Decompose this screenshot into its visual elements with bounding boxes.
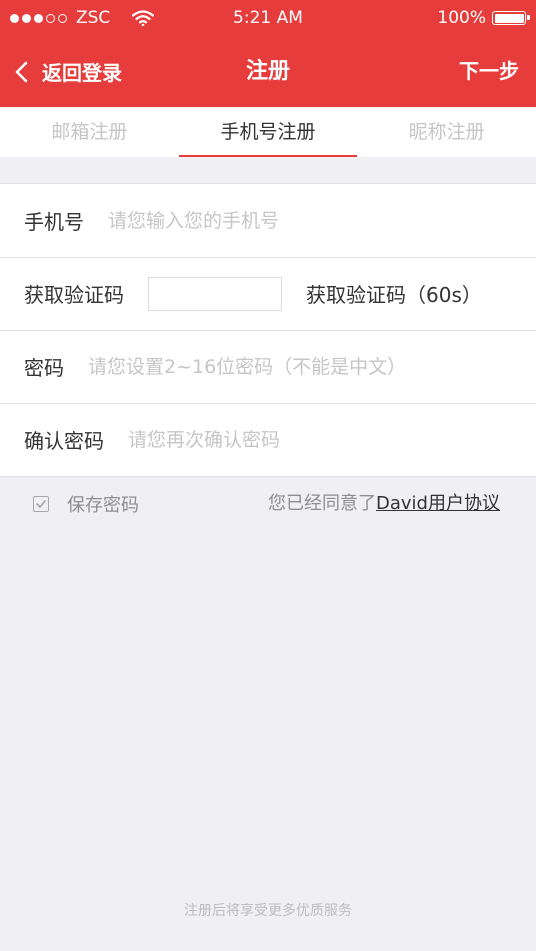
next-step-button[interactable]: 下一步 (459, 36, 519, 107)
confirm-password-label: 确认密码 (24, 429, 104, 453)
tab-nickname-register[interactable]: 昵称注册 (357, 107, 536, 157)
nav-bar: 返回登录 注册 下一步 (0, 36, 536, 107)
battery-fill (494, 13, 524, 23)
chevron-left-icon (15, 61, 28, 82)
code-input[interactable] (148, 276, 282, 311)
password-row: 密码 (0, 330, 536, 403)
back-button[interactable]: 返回登录 (14, 36, 122, 107)
code-label: 获取验证码 (24, 283, 124, 307)
battery-percent: 100% (437, 8, 486, 28)
check-icon (36, 500, 46, 508)
confirm-row: 确认密码 (0, 403, 536, 476)
phone-label: 手机号 (24, 210, 84, 234)
save-password-toggle[interactable]: 保存密码 (33, 478, 139, 530)
phone-row: 手机号 (0, 184, 536, 257)
get-code-button[interactable]: 获取验证码（60s） (306, 279, 482, 308)
password-input[interactable] (88, 355, 536, 378)
register-form: 手机号 获取验证码 获取验证码（60s） 密码 确认密码 (0, 183, 536, 477)
battery-tip (527, 15, 530, 20)
back-button-label: 返回登录 (42, 61, 122, 85)
register-tabs: 邮箱注册 手机号注册 昵称注册 (0, 107, 536, 157)
header: ZSC 5:21 AM 100% 返回登录 注册 下一步 (0, 0, 536, 107)
code-row: 获取验证码 获取验证码（60s） (0, 257, 536, 330)
confirm-password-input[interactable] (128, 428, 536, 451)
tab-phone-register[interactable]: 手机号注册 (178, 107, 358, 157)
battery-icon (492, 11, 530, 25)
save-password-checkbox[interactable] (33, 496, 49, 512)
password-label: 密码 (24, 356, 64, 380)
footer-note: 注册后将享受更多优质服务 (184, 903, 352, 919)
phone-input[interactable] (108, 209, 536, 232)
form-options: 保存密码 您已经同意了David用户协议 (0, 478, 536, 530)
agreement-link[interactable]: David用户协议 (376, 493, 500, 514)
status-bar: ZSC 5:21 AM 100% (0, 0, 536, 36)
save-password-label: 保存密码 (67, 495, 139, 516)
status-right: 100% (437, 8, 530, 28)
agreement-prefix: 您已经同意了 (268, 493, 377, 514)
agreement-text: 您已经同意了David用户协议 (268, 478, 500, 530)
tab-email-register[interactable]: 邮箱注册 (0, 107, 179, 157)
